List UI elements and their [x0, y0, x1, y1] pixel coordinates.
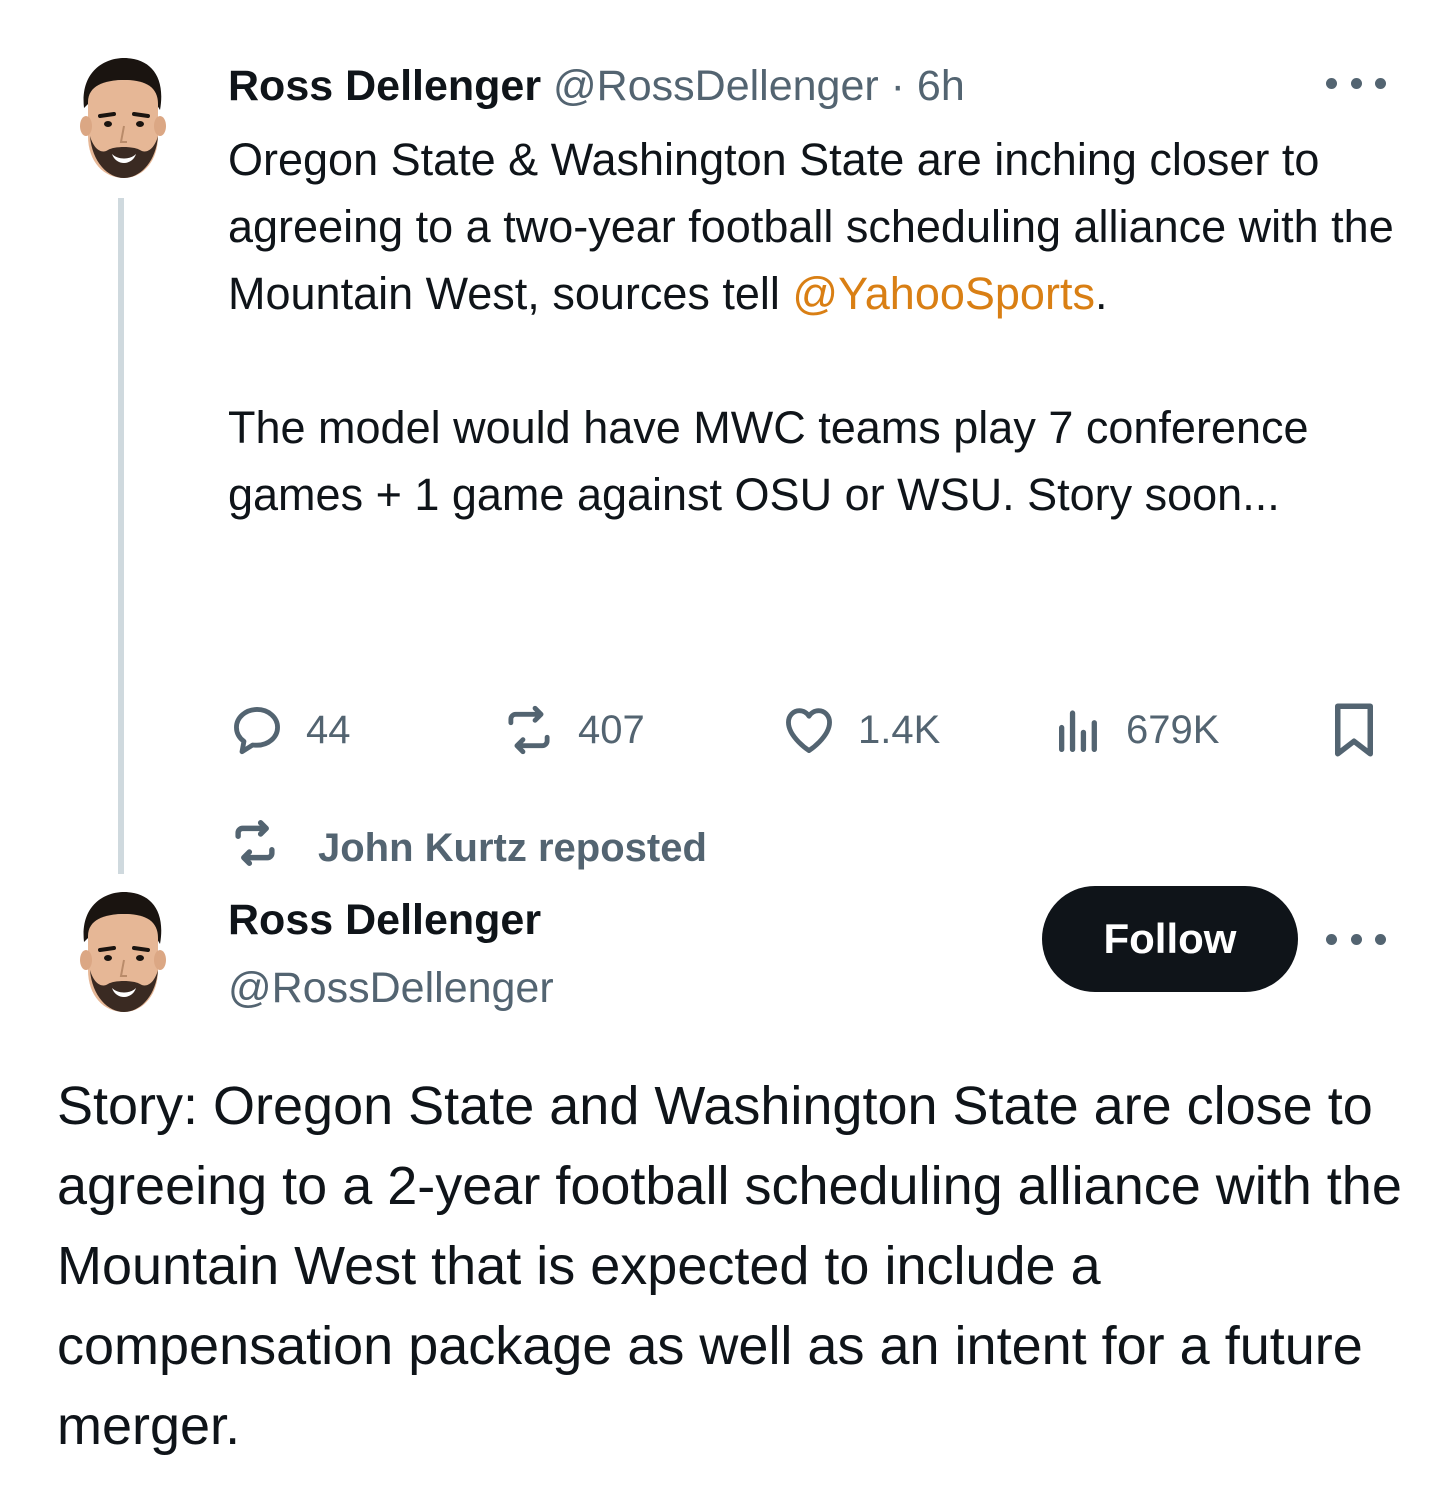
- more-options-button[interactable]: [1326, 924, 1386, 954]
- more-icon: [1326, 77, 1337, 89]
- more-icon-dot: [1350, 933, 1362, 945]
- bookmark-button[interactable]: [1328, 698, 1380, 762]
- views-icon: [1056, 701, 1106, 759]
- author-handle[interactable]: @RossDellenger: [553, 62, 879, 110]
- avatar[interactable]: [54, 884, 190, 1020]
- repost-icon: [228, 816, 282, 880]
- like-count: 1.4K: [858, 707, 941, 752]
- avatar[interactable]: [54, 50, 190, 186]
- mention-link[interactable]: @YahooSports: [792, 268, 1095, 319]
- like-button[interactable]: 1.4K: [780, 698, 940, 762]
- author-name[interactable]: Ross Dellenger: [228, 62, 541, 110]
- more-icon-dot: [1375, 933, 1386, 945]
- post-time[interactable]: 6h: [917, 62, 965, 110]
- follow-button[interactable]: Follow: [1042, 886, 1298, 992]
- tweet-paragraph: Oregon State & Washington State are inch…: [228, 126, 1398, 327]
- more-icon-dot: [1350, 77, 1362, 89]
- tweet-text-end: .: [1094, 268, 1108, 319]
- reply-button[interactable]: 44: [228, 698, 351, 762]
- thread-connector: [118, 198, 124, 874]
- tweet-paragraph-2: The model would have MWC teams play 7 co…: [228, 402, 1309, 520]
- bookmark-icon: [1328, 700, 1380, 760]
- repost-banner: John Kurtz reposted: [228, 820, 707, 876]
- header-separator: ·: [890, 62, 905, 110]
- views-button[interactable]: 679K: [1056, 698, 1219, 762]
- repost-icon: [500, 701, 558, 759]
- author-handle[interactable]: @RossDellenger: [228, 960, 554, 1016]
- action-bar: 44 407 1.4K 679K: [228, 698, 1380, 762]
- author-name[interactable]: Ross Dellenger: [228, 892, 541, 948]
- more-icon: [1326, 933, 1337, 945]
- repost-banner-label[interactable]: John Kurtz reposted: [318, 826, 707, 871]
- repost-button[interactable]: 407: [500, 698, 645, 762]
- reply-icon: [228, 701, 286, 759]
- more-icon-dot: [1375, 77, 1386, 89]
- more-options-button[interactable]: [1326, 68, 1386, 98]
- views-count: 679K: [1126, 707, 1220, 752]
- reply-count: 44: [306, 707, 351, 752]
- tweet-body: Story: Oregon State and Washington State…: [57, 1076, 1402, 1456]
- tweet-body: Oregon State & Washington State are inch…: [228, 126, 1398, 528]
- repost-count: 407: [578, 707, 645, 752]
- heart-icon: [780, 701, 838, 759]
- tweet-header: Ross Dellenger @RossDellenger · 6h: [228, 58, 965, 114]
